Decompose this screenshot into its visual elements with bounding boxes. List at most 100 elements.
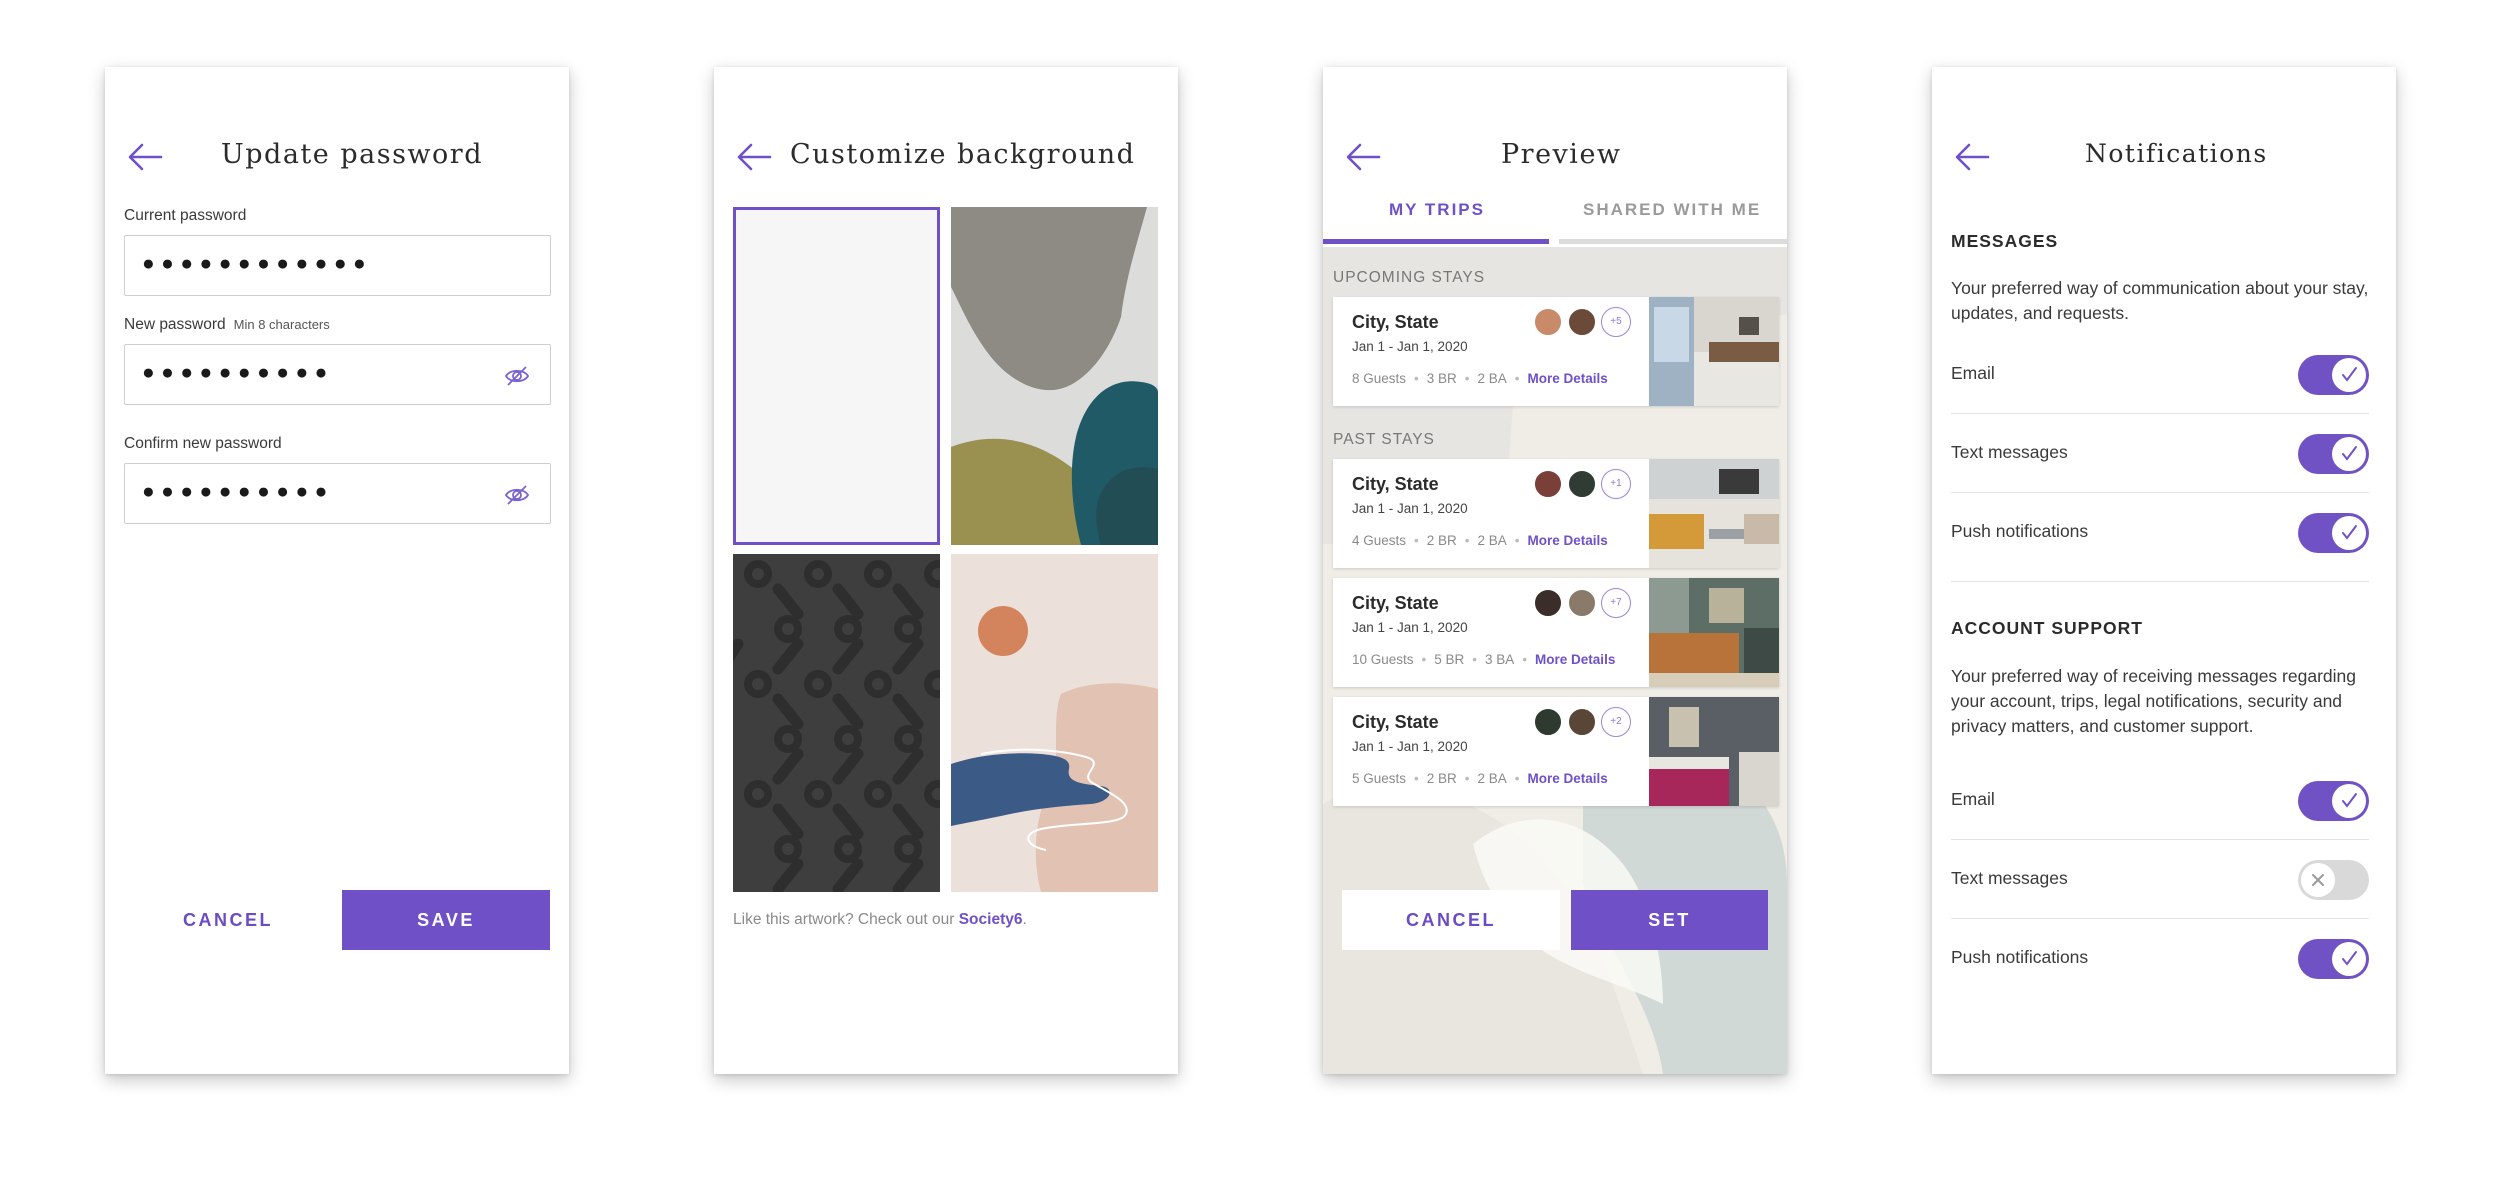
stay-city: City, State (1352, 593, 1439, 613)
avatar (1533, 588, 1563, 618)
tab-shared-with-me[interactable]: SHARED WITH ME (1583, 200, 1761, 220)
set-button[interactable]: SET (1571, 890, 1768, 950)
background-tile-pattern[interactable] (733, 554, 940, 892)
support-email-row: Email (1951, 762, 2369, 840)
arrow-left-icon[interactable] (1954, 142, 1990, 172)
stay-details: 8 Guests • 3 BR • 2 BA • More Details (1352, 371, 1608, 386)
check-icon (2342, 793, 2357, 808)
stay-photo (1649, 697, 1779, 806)
confirm-password-label: Confirm new password (124, 435, 282, 452)
avatar (1567, 307, 1597, 337)
eye-off-icon[interactable] (504, 482, 530, 508)
stay-details: 4 Guests • 2 BR • 2 BA • More Details (1352, 533, 1608, 548)
messages-heading: MESSAGES (1951, 231, 2059, 251)
support-email-label: Email (1951, 789, 1995, 809)
separator-dot: • (1514, 771, 1520, 786)
arrow-left-icon[interactable] (1345, 142, 1381, 172)
stay-card[interactable]: City, State Jan 1 - Jan 1, 2020 4 Guests… (1333, 459, 1779, 568)
avatar (1533, 469, 1563, 499)
current-password-field[interactable]: ●●●●●●●●●●●● (124, 235, 551, 296)
more-details-link[interactable]: More Details (1535, 652, 1615, 667)
support-push-toggle[interactable] (2298, 939, 2369, 979)
extra-guests-badge: +5 (1601, 307, 1631, 337)
stay-dates: Jan 1 - Jan 1, 2020 (1352, 620, 1468, 635)
more-details-link[interactable]: More Details (1528, 771, 1608, 786)
check-icon (2342, 446, 2357, 461)
page-title: Update password (221, 139, 483, 170)
stay-card[interactable]: City, State Jan 1 - Jan 1, 2020 5 Guests… (1333, 697, 1779, 806)
stay-guests: 10 Guests (1352, 652, 1414, 667)
stay-details: 10 Guests • 5 BR • 3 BA • More Details (1352, 652, 1615, 667)
stay-card[interactable]: City, State Jan 1 - Jan 1, 2020 10 Guest… (1333, 578, 1779, 687)
stay-photo (1649, 297, 1779, 406)
stay-card[interactable]: City, State Jan 1 - Jan 1, 2020 8 Guests… (1333, 297, 1779, 406)
new-password-label-text: New password (124, 316, 226, 333)
stay-baths: 3 BA (1485, 652, 1515, 667)
preview-header: Preview MY TRIPS SHARED WITH ME (1323, 67, 1787, 247)
more-details-link[interactable]: More Details (1528, 371, 1608, 386)
stay-dates: Jan 1 - Jan 1, 2020 (1352, 739, 1468, 754)
artwork-credit-text: Like this artwork? Check out our (733, 911, 959, 928)
toggle-knob (2332, 358, 2366, 392)
customize-background-screen: Customize background Like this artwork? … (714, 67, 1178, 1074)
check-icon (2342, 951, 2357, 966)
messages-push-label: Push notifications (1951, 521, 2089, 541)
messages-text-toggle[interactable] (2298, 434, 2369, 474)
support-email-toggle[interactable] (2298, 781, 2369, 821)
society6-link[interactable]: Society6 (959, 911, 1023, 928)
artwork-credit-end: . (1022, 911, 1027, 928)
messages-text-label: Text messages (1951, 442, 2068, 462)
update-password-screen: Update password Current password ●●●●●●●… (105, 67, 569, 1074)
messages-email-row: Email (1951, 336, 2369, 414)
toggle-knob (2332, 942, 2366, 976)
tab-my-trips[interactable]: MY TRIPS (1389, 200, 1485, 220)
stay-details: 5 Guests • 2 BR • 2 BA • More Details (1352, 771, 1608, 786)
save-button[interactable]: SAVE (342, 890, 550, 950)
confirm-password-field[interactable]: ●●●●●●●●●● (124, 463, 551, 524)
messages-push-toggle[interactable] (2298, 513, 2369, 553)
toggle-knob (2332, 784, 2366, 818)
separator-dot: • (1464, 771, 1470, 786)
bedroom-photo-image (1649, 697, 1779, 806)
account-support-heading: ACCOUNT SUPPORT (1951, 618, 2143, 638)
arrow-left-icon[interactable] (736, 142, 772, 172)
extra-guests-badge: +1 (1601, 469, 1631, 499)
support-text-toggle[interactable] (2298, 860, 2369, 900)
separator-dot: • (1514, 533, 1520, 548)
stay-guests: 5 Guests (1352, 771, 1407, 786)
cancel-button[interactable]: CANCEL (124, 890, 332, 950)
background-tile-blank[interactable] (733, 207, 940, 545)
new-password-field[interactable]: ●●●●●●●●●● (124, 344, 551, 405)
separator-dot: • (1514, 371, 1520, 386)
support-text-label: Text messages (1951, 868, 2068, 888)
avatar (1533, 307, 1563, 337)
stay-baths: 2 BA (1477, 533, 1507, 548)
messages-description: Your preferred way of communication abou… (1951, 278, 2369, 323)
eye-off-icon[interactable] (504, 363, 530, 389)
new-password-value: ●●●●●●●●●● (142, 361, 334, 384)
stay-bedrooms: 2 BR (1426, 771, 1457, 786)
cancel-button[interactable]: CANCEL (1342, 890, 1560, 950)
toggle-knob (2332, 437, 2366, 471)
separator-dot: • (1414, 533, 1419, 548)
arrow-left-icon[interactable] (127, 142, 163, 172)
upcoming-stays-heading: UPCOMING STAYS (1333, 269, 1486, 286)
check-icon (2342, 367, 2357, 382)
background-tile-abstract[interactable] (951, 207, 1158, 545)
more-details-link[interactable]: More Details (1528, 533, 1608, 548)
support-push-row: Push notifications (1951, 920, 2369, 998)
separator-dot: • (1414, 771, 1419, 786)
avatar (1533, 707, 1563, 737)
background-tile-sunset[interactable] (951, 554, 1158, 892)
stay-dates: Jan 1 - Jan 1, 2020 (1352, 339, 1468, 354)
messages-email-toggle[interactable] (2298, 355, 2369, 395)
avatar (1567, 469, 1597, 499)
stay-guests: 8 Guests (1352, 371, 1407, 386)
new-password-hint: Min 8 characters (233, 317, 330, 332)
extra-guests-badge: +2 (1601, 707, 1631, 737)
stay-dates: Jan 1 - Jan 1, 2020 (1352, 501, 1468, 516)
tab-indicator-track (1559, 239, 1787, 244)
notifications-screen: Notifications MESSAGES Your preferred wa… (1932, 67, 2396, 1074)
artwork-credit: Like this artwork? Check out our Society… (733, 911, 1027, 929)
stay-city: City, State (1352, 712, 1439, 732)
